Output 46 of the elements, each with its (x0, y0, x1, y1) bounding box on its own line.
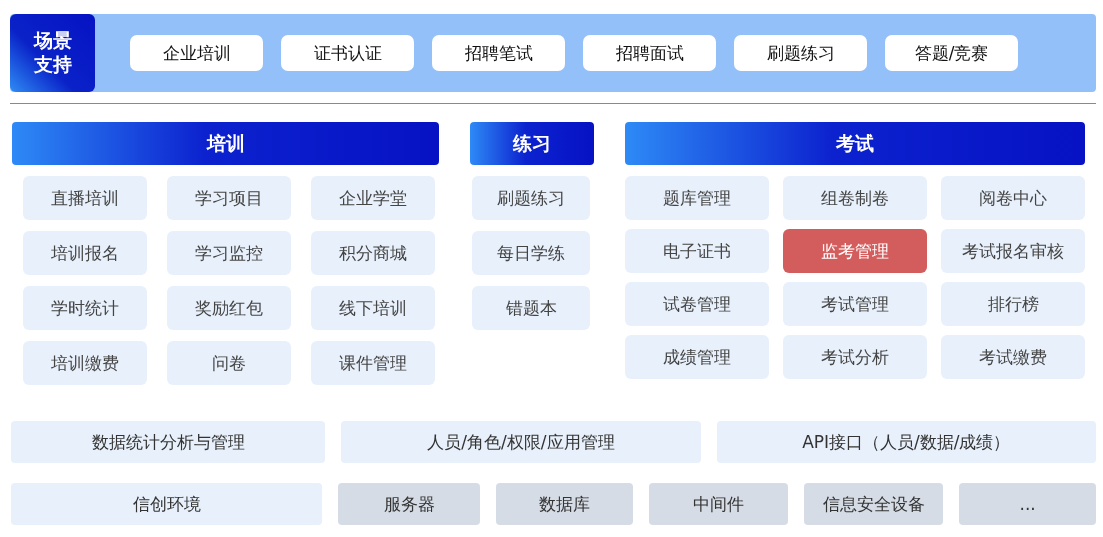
section-header: 培训 (12, 122, 439, 165)
module-button[interactable]: 培训缴费 (23, 341, 147, 385)
module-button[interactable]: 阅卷中心 (941, 176, 1085, 220)
platform-tile: 人员/角色/权限/应用管理 (341, 421, 701, 463)
module-button[interactable]: 直播培训 (23, 176, 147, 220)
module-button[interactable]: 学习监控 (167, 231, 291, 275)
module-button[interactable]: 考试分析 (783, 335, 927, 379)
infrastructure-tile: 中间件 (648, 483, 789, 525)
scenario-button[interactable]: 刷题练习 (734, 35, 867, 71)
module-button[interactable]: 考试缴费 (941, 335, 1085, 379)
module-button[interactable]: 考试报名审核 (941, 229, 1085, 273)
module-button[interactable]: 刷题练习 (472, 176, 590, 220)
module-button[interactable]: 试卷管理 (625, 282, 769, 326)
module-button[interactable]: 成绩管理 (625, 335, 769, 379)
module-button[interactable]: 每日学练 (472, 231, 590, 275)
module-button[interactable]: 学习项目 (167, 176, 291, 220)
scenario-button[interactable]: 答题/竞赛 (885, 35, 1018, 71)
section-header: 考试 (625, 122, 1085, 165)
platform-tile: 信创环境 (11, 483, 323, 525)
scenario-button[interactable]: 招聘面试 (583, 35, 716, 71)
scenario-label: 场景支持 (33, 29, 72, 77)
module-button[interactable]: 排行榜 (941, 282, 1085, 326)
module-button[interactable]: 培训报名 (23, 231, 147, 275)
scenario-button[interactable]: 企业培训 (130, 35, 263, 71)
module-button[interactable]: 线下培训 (311, 286, 435, 330)
module-button[interactable]: 积分商城 (311, 231, 435, 275)
section-header: 练习 (470, 122, 594, 165)
infrastructure-tile: 信息安全设备 (804, 483, 944, 525)
module-button[interactable]: 电子证书 (625, 229, 769, 273)
infrastructure-tile: 服务器 (338, 483, 480, 525)
scenario-button[interactable]: 证书认证 (281, 35, 414, 71)
infrastructure-tile: ... (959, 483, 1096, 525)
module-button[interactable]: 问卷 (167, 341, 291, 385)
module-button[interactable]: 奖励红包 (167, 286, 291, 330)
module-button[interactable]: 学时统计 (23, 286, 147, 330)
module-button[interactable]: 错题本 (472, 286, 590, 330)
module-button[interactable]: 考试管理 (783, 282, 927, 326)
scenario-button[interactable]: 招聘笔试 (432, 35, 565, 71)
module-button[interactable]: 组卷制卷 (783, 176, 927, 220)
module-button[interactable]: 监考管理 (783, 229, 927, 273)
platform-tile: 数据统计分析与管理 (11, 421, 326, 463)
module-button[interactable]: 题库管理 (625, 176, 769, 220)
module-button[interactable]: 课件管理 (311, 341, 435, 385)
infrastructure-tile: 数据库 (495, 483, 633, 525)
platform-tile: API接口（人员/数据/成绩） (716, 421, 1096, 463)
module-button[interactable]: 企业学堂 (311, 176, 435, 220)
